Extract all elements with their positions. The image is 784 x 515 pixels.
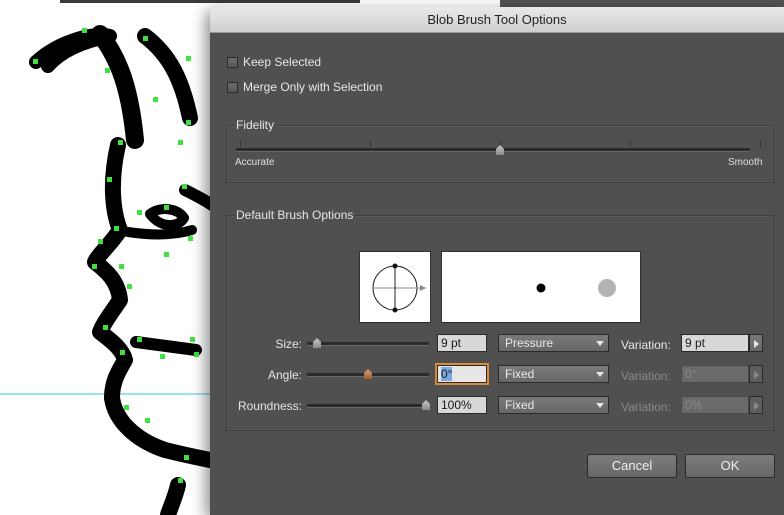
keep-selected-label: Keep Selected (243, 55, 322, 69)
arrow-right-icon (754, 340, 759, 348)
roundness-slider-track[interactable] (307, 404, 429, 408)
fidelity-tick (370, 141, 371, 147)
roundness-mode-value: Fixed (505, 398, 535, 412)
angle-label: Angle: (267, 368, 302, 382)
stroke-horn-right (137, 28, 198, 126)
fidelity-tick (240, 141, 241, 147)
size-mode-dropdown[interactable]: Pressure (498, 334, 609, 352)
stroke-neck (160, 477, 186, 515)
fidelity-accurate-label: Accurate (235, 157, 275, 168)
roundness-variation-label: Variation: (621, 400, 671, 414)
stroke-horn (91, 25, 144, 149)
fidelity-slider-track[interactable] (236, 148, 750, 152)
merge-only-label: Merge Only with Selection (243, 80, 383, 94)
size-variation-stepper[interactable] (749, 334, 763, 352)
roundness-label: Roundness: (237, 399, 302, 413)
size-variation-label: Variation: (621, 338, 671, 352)
roundness-variation-field: 0% (681, 396, 749, 414)
stroke-eye (145, 204, 189, 230)
arrow-right-icon (754, 402, 759, 410)
fidelity-tick (630, 141, 631, 147)
fidelity-title: Fidelity (234, 118, 277, 132)
angle-variation-field: 0° (681, 365, 749, 383)
fidelity-tick (760, 141, 761, 147)
angle-variation-stepper (749, 365, 763, 383)
merge-only-option[interactable]: Merge Only with Selection (227, 79, 382, 95)
cancel-button[interactable]: Cancel (587, 454, 677, 478)
merge-only-checkbox[interactable] (227, 81, 238, 93)
angle-field[interactable]: 0° (437, 365, 487, 383)
roundness-mode-dropdown[interactable]: Fixed (498, 396, 609, 414)
document-tab-strip (60, 0, 360, 3)
stroke-ear (179, 184, 218, 211)
angle-variation-label: Variation: (621, 369, 671, 383)
angle-field-text: 0° (441, 367, 453, 381)
brush-shape-icon (372, 263, 426, 313)
keep-selected-checkbox[interactable] (227, 56, 238, 68)
brush-size-preview (441, 251, 641, 323)
angle-mode-value: Fixed (505, 367, 535, 381)
blob-brush-options-dialog: Blob Brush Tool Options Keep Selected Me… (210, 7, 784, 515)
roundness-field[interactable]: 100% (437, 396, 487, 414)
chevron-down-icon (596, 403, 604, 408)
brush-options-title: Default Brush Options (234, 208, 356, 222)
angle-mode-dropdown[interactable]: Fixed (498, 365, 609, 383)
arrow-right-icon (754, 371, 759, 379)
stroke-face-profile (87, 137, 133, 406)
stroke-brow (123, 225, 197, 240)
stroke-mouth (130, 336, 202, 356)
chevron-down-icon (596, 341, 604, 346)
fidelity-smooth-label: Smooth (728, 157, 763, 168)
brush-dot-preview (536, 279, 616, 297)
size-slider-track[interactable] (307, 342, 429, 346)
size-field[interactable]: 9 pt (437, 334, 487, 352)
roundness-variation-stepper (749, 396, 763, 414)
size-label: Size: (275, 337, 302, 351)
chevron-down-icon (596, 372, 604, 377)
ok-button[interactable]: OK (685, 454, 775, 478)
size-mode-value: Pressure (505, 336, 554, 350)
dialog-title[interactable]: Blob Brush Tool Options (210, 7, 784, 33)
keep-selected-option[interactable]: Keep Selected (227, 54, 321, 70)
size-variation-field[interactable]: 9 pt (681, 334, 749, 352)
angle-roundness-preview[interactable] (359, 251, 431, 323)
